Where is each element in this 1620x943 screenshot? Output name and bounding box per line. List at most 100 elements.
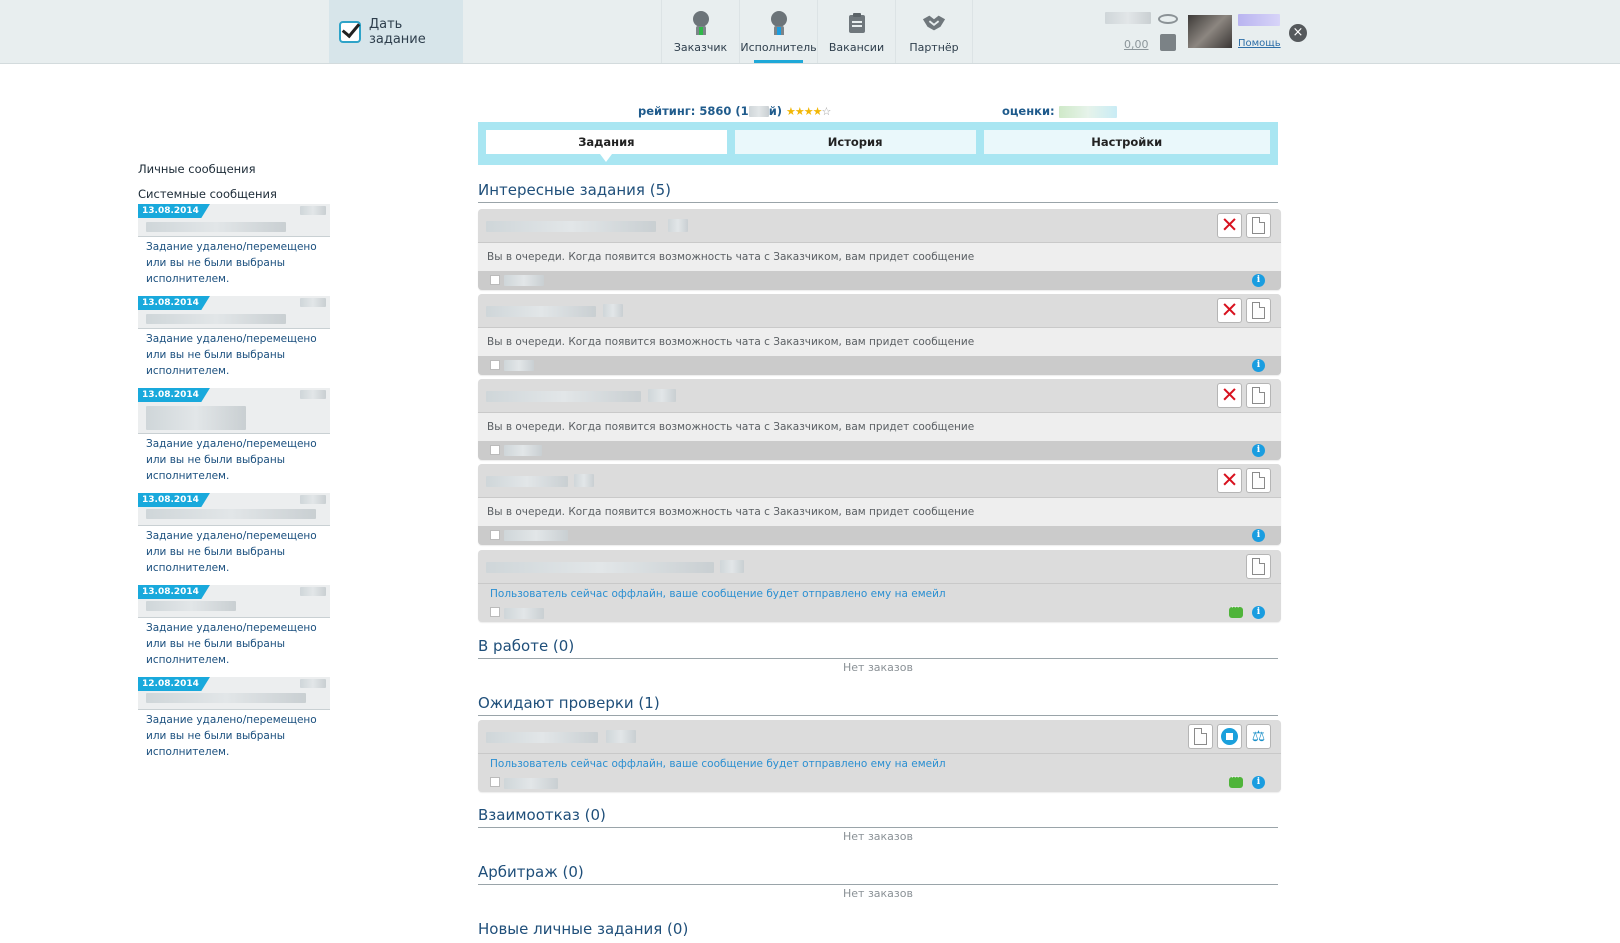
section-mutual-refusal-title: Взаимоотказ (0) — [478, 806, 1278, 828]
task-checkbox[interactable] — [490, 445, 500, 455]
delete-button[interactable]: ✕ — [1217, 298, 1242, 323]
mutual-refusal-empty: Нет заказов — [843, 830, 913, 843]
system-message[interactable]: 12.08.2014 Задание удалено/перемещено ил… — [138, 677, 330, 760]
stop-icon — [1221, 728, 1238, 745]
task-title[interactable] — [486, 732, 598, 743]
close-icon[interactable]: × — [1289, 24, 1307, 42]
person-executor-icon — [767, 11, 791, 35]
scores: оценки: — [1002, 104, 1117, 118]
system-message[interactable]: 13.08.2014 Задание удалено/перемещено ил… — [138, 388, 330, 484]
document-icon — [1252, 472, 1265, 489]
nav-customer-label: Заказчик — [673, 41, 728, 54]
star-rating: ★★★★☆ — [786, 105, 831, 118]
task-card: ✕ Вы в очереди. Когда появится возможнос… — [478, 464, 1281, 545]
in-work-empty: Нет заказов — [843, 661, 913, 674]
info-icon[interactable]: i — [1252, 529, 1265, 542]
task-title[interactable] — [486, 306, 596, 317]
info-icon[interactable]: i — [1252, 444, 1265, 457]
task-card: ✕ Вы в очереди. Когда появится возможнос… — [478, 294, 1281, 375]
task-card: ✕ Вы в очереди. Когда появится возможнос… — [478, 209, 1281, 290]
system-message[interactable]: 13.08.2014 Задание удалено/перемещено ил… — [138, 585, 330, 668]
section-in-work-title: В работе (0) — [478, 637, 1278, 659]
message-text: Задание удалено/перемещено или вы не был… — [146, 714, 317, 758]
task-card: Пользователь сейчас оффлайн, ваше сообще… — [478, 550, 1281, 622]
scores-label: оценки: — [1002, 104, 1055, 118]
tab-settings[interactable]: Настройки — [983, 130, 1270, 154]
task-title[interactable] — [486, 476, 568, 487]
balance-link[interactable]: 0,00 — [1124, 38, 1149, 51]
message-date: 13.08.2014 — [138, 204, 210, 218]
task-checkbox[interactable] — [490, 275, 500, 285]
checkmark-icon — [339, 20, 361, 43]
chat-icon[interactable] — [1229, 773, 1243, 788]
document-button[interactable] — [1246, 298, 1271, 323]
system-message[interactable]: 13.08.2014 Задание удалено/перемещено ил… — [138, 493, 330, 576]
document-icon — [1252, 217, 1265, 234]
message-text: Задание удалено/перемещено или вы не был… — [146, 622, 317, 666]
info-icon[interactable]: i — [1252, 359, 1265, 372]
document-button[interactable] — [1246, 213, 1271, 238]
message-text: Задание удалено/перемещено или вы не был… — [146, 530, 317, 574]
personal-messages-link[interactable]: Личные сообщения — [138, 162, 330, 176]
user-name-blur — [1238, 14, 1280, 26]
handshake-icon — [922, 11, 946, 35]
nav-executor-label: Исполнитель — [740, 41, 817, 54]
task-checkbox[interactable] — [490, 607, 500, 617]
give-task-label: Дать задание — [368, 16, 426, 47]
rating-value: 5860 — [699, 104, 732, 118]
nav-customer[interactable]: Заказчик — [661, 0, 739, 63]
tab-history[interactable]: История — [734, 130, 976, 154]
queue-message: Вы в очереди. Когда появится возможность… — [478, 498, 1281, 526]
stop-button[interactable] — [1217, 724, 1242, 749]
task-checkbox[interactable] — [490, 530, 500, 540]
document-icon — [1252, 387, 1265, 404]
task-title[interactable] — [486, 391, 641, 402]
message-text: Задание удалено/перемещено или вы не был… — [146, 333, 317, 377]
message-date: 12.08.2014 — [138, 677, 210, 691]
message-text: Задание удалено/перемещено или вы не был… — [146, 241, 317, 285]
close-icon: ✕ — [1220, 468, 1239, 492]
system-messages-link[interactable]: Системные сообщения — [138, 187, 330, 201]
system-message[interactable]: 13.08.2014 Задание удалено/перемещено ил… — [138, 204, 330, 287]
nav-vacancies-label: Вакансии — [828, 41, 885, 54]
document-button[interactable] — [1246, 468, 1271, 493]
delete-button[interactable]: ✕ — [1217, 468, 1242, 493]
give-task-button[interactable]: Дать задание — [329, 0, 463, 63]
task-title[interactable] — [486, 221, 656, 232]
system-message[interactable]: 13.08.2014 Задание удалено/перемещено ил… — [138, 296, 330, 379]
rating-suffix-end: й) — [768, 104, 783, 118]
document-icon — [1194, 728, 1207, 745]
rating-label: рейтинг: — [638, 104, 696, 118]
wallet-icon[interactable] — [1160, 34, 1176, 51]
task-checkbox[interactable] — [490, 360, 500, 370]
nav-executor[interactable]: Исполнитель — [739, 0, 817, 63]
info-icon[interactable]: i — [1252, 274, 1265, 287]
document-icon — [1252, 302, 1265, 319]
nav-vacancies[interactable]: Вакансии — [817, 0, 895, 63]
document-button[interactable] — [1246, 554, 1271, 579]
nav-partner[interactable]: Партнёр — [895, 0, 973, 63]
document-button[interactable] — [1188, 724, 1213, 749]
info-icon[interactable]: i — [1252, 606, 1265, 619]
queue-message: Вы в очереди. Когда появится возможность… — [478, 243, 1281, 271]
message-date: 13.08.2014 — [138, 388, 210, 402]
arbitration-button[interactable]: ⚖ — [1246, 724, 1271, 749]
tab-tasks[interactable]: Задания — [486, 130, 727, 162]
help-link[interactable]: Помощь — [1238, 38, 1281, 49]
rating: рейтинг: 5860 (1 й) ★★★★☆ — [638, 104, 831, 118]
sidebar: Личные сообщения Системные сообщения 13.… — [138, 162, 330, 769]
offline-message: Пользователь сейчас оффлайн, ваше сообще… — [478, 754, 1281, 776]
close-icon: ✕ — [1220, 383, 1239, 407]
task-title[interactable] — [486, 562, 714, 573]
chat-icon[interactable] — [1229, 603, 1243, 618]
task-checkbox[interactable] — [490, 777, 500, 787]
task-card: ✕ Вы в очереди. Когда появится возможнос… — [478, 379, 1281, 460]
delete-button[interactable]: ✕ — [1217, 213, 1242, 238]
top-bar: Дать задание Заказчик Исполнитель Ваканс… — [0, 0, 1620, 64]
document-button[interactable] — [1246, 383, 1271, 408]
delete-button[interactable]: ✕ — [1217, 383, 1242, 408]
scales-icon: ⚖ — [1251, 727, 1266, 745]
info-icon[interactable]: i — [1252, 776, 1265, 789]
avatar[interactable] — [1188, 15, 1232, 48]
queue-message: Вы в очереди. Когда появится возможность… — [478, 413, 1281, 441]
